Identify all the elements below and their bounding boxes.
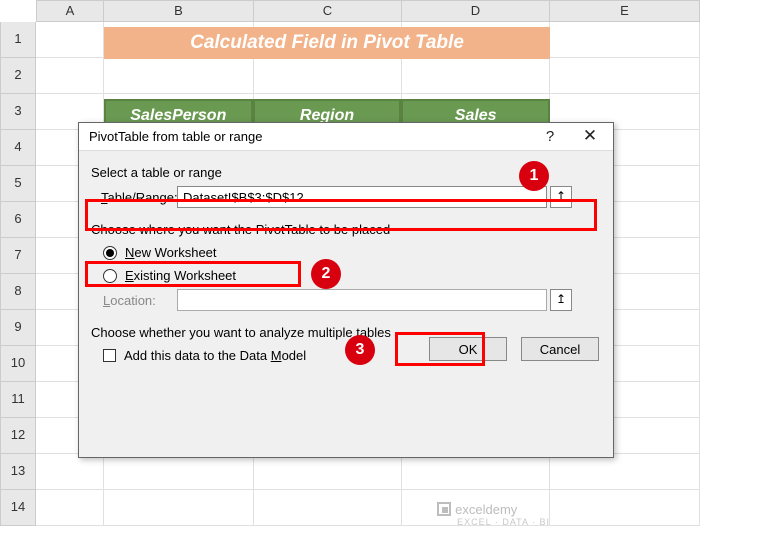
step-badge-2: 2: [311, 259, 341, 289]
cancel-button[interactable]: Cancel: [521, 337, 599, 361]
existing-worksheet-radio[interactable]: [103, 269, 117, 283]
watermark-name: exceldemy: [455, 502, 517, 517]
watermark: exceldemy EXCEL · DATA · BI: [437, 502, 550, 527]
col-header-e[interactable]: E: [550, 0, 700, 22]
row-header[interactable]: 11: [0, 382, 36, 418]
dialog-title: PivotTable from table or range: [89, 129, 262, 144]
new-worksheet-radio[interactable]: [103, 246, 117, 260]
placement-label: Choose where you want the PivotTable to …: [91, 222, 601, 237]
location-input[interactable]: [177, 289, 547, 311]
watermark-sub: EXCEL · DATA · BI: [457, 517, 550, 527]
row-header[interactable]: 3: [0, 94, 36, 130]
add-data-model-label: Add this data to the Data Model: [124, 348, 306, 363]
new-worksheet-label: New Worksheet: [125, 245, 217, 260]
column-headers: A B C D E: [36, 0, 768, 22]
row-headers: 1 2 3 4 5 6 7 8 9 10 11 12 13 14: [0, 22, 36, 526]
row-header[interactable]: 12: [0, 418, 36, 454]
row-header[interactable]: 4: [0, 130, 36, 166]
collapse-dialog-icon[interactable]: ↥: [550, 289, 572, 311]
step-badge-3: 3: [345, 335, 375, 365]
col-header-c[interactable]: C: [254, 0, 402, 22]
collapse-dialog-icon[interactable]: ↥: [550, 186, 572, 208]
table-range-label: Table/Range:: [91, 190, 177, 205]
dialog-title-bar[interactable]: PivotTable from table or range ? ✕: [79, 123, 613, 151]
add-data-model-checkbox[interactable]: [103, 349, 116, 362]
row-header[interactable]: 14: [0, 490, 36, 526]
row-header[interactable]: 2: [0, 58, 36, 94]
table-range-input[interactable]: [177, 186, 547, 208]
col-header-d[interactable]: D: [402, 0, 550, 22]
row-header[interactable]: 10: [0, 346, 36, 382]
row-header[interactable]: 8: [0, 274, 36, 310]
pivottable-dialog: PivotTable from table or range ? ✕ Selec…: [78, 122, 614, 458]
location-label: Location:: [103, 293, 177, 308]
watermark-logo-icon: [437, 502, 451, 516]
ok-button[interactable]: OK: [429, 337, 507, 361]
row-header[interactable]: 7: [0, 238, 36, 274]
row-header[interactable]: 5: [0, 166, 36, 202]
col-header-a[interactable]: A: [36, 0, 104, 22]
close-button[interactable]: ✕: [573, 123, 607, 151]
row-header[interactable]: 13: [0, 454, 36, 490]
row-header[interactable]: 6: [0, 202, 36, 238]
row-header[interactable]: 1: [0, 22, 36, 58]
row-header[interactable]: 9: [0, 310, 36, 346]
title-banner: Calculated Field in Pivot Table: [104, 27, 550, 59]
existing-worksheet-label: Existing Worksheet: [125, 268, 236, 283]
col-header-b[interactable]: B: [104, 0, 254, 22]
step-badge-1: 1: [519, 161, 549, 191]
help-button[interactable]: ?: [533, 123, 567, 151]
